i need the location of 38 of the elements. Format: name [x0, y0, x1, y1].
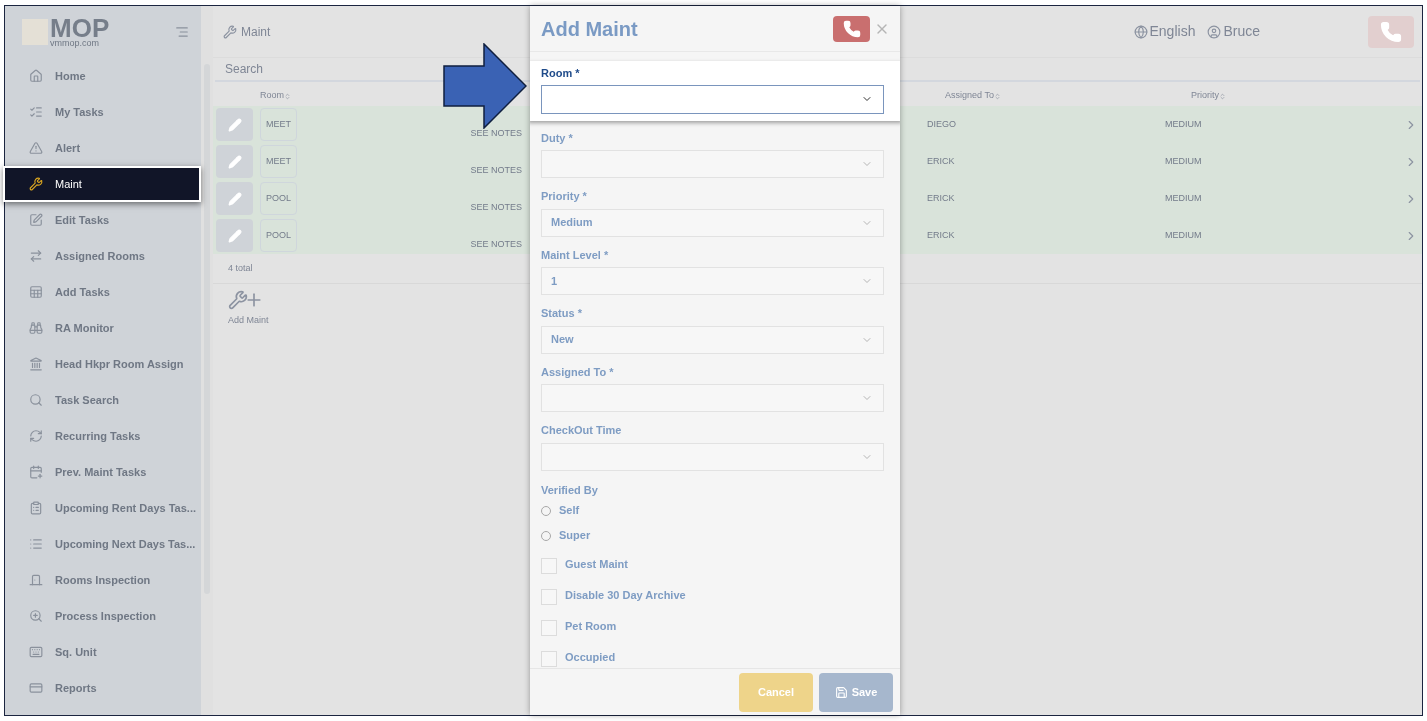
dialog-title: Add Maint	[541, 16, 638, 42]
table-cell-text: ERICK	[927, 228, 956, 242]
select-value: Medium	[551, 215, 593, 231]
room-tag: POOL	[260, 182, 297, 215]
table-cell-text: ERICK	[927, 154, 956, 168]
room-tag: POOL	[260, 219, 297, 252]
table-cell-text: SEE NOTES	[469, 200, 522, 214]
checkbox-label: Pet Room	[565, 619, 617, 634]
logo-text: MOP	[50, 16, 110, 39]
checkbox-label: Disable 30 Day Archive	[565, 588, 686, 603]
field-label: Duty *	[541, 130, 574, 146]
logo-subtitle: vmmop.com	[50, 38, 100, 48]
field-label: Room *	[541, 66, 581, 81]
checkbox-label: Occupied	[565, 650, 616, 665]
table-cell-text: MEDIUM	[1165, 117, 1203, 131]
room-tag: MEET	[260, 145, 297, 178]
field-label: Status *	[541, 306, 583, 321]
page-title: Maint	[241, 23, 271, 41]
table-cell-text: SEE NOTES	[469, 237, 522, 251]
select-value: 1	[551, 273, 558, 289]
radio-label: Self	[559, 503, 580, 519]
table-cell-text: MEDIUM	[1165, 228, 1203, 242]
table-cell-text: SEE NOTES	[469, 163, 522, 177]
table-cell-text: SEE NOTES	[469, 126, 522, 140]
table-cell-text: MEDIUM	[1165, 154, 1203, 168]
field-label: Maint Level *	[541, 247, 610, 263]
room-tag: MEET	[260, 108, 297, 141]
select-value: New	[551, 332, 574, 348]
field-label: CheckOut Time	[541, 423, 623, 438]
checkbox-label: Guest Maint	[565, 557, 628, 572]
table-cell-text: ERICK	[927, 191, 956, 205]
table-cell-text: DIEGO	[927, 117, 957, 131]
field-label: Assigned To *	[541, 364, 615, 380]
field-label: Verified By	[541, 482, 599, 498]
radio-label: Super	[559, 528, 591, 544]
total-count: 4 total	[228, 261, 253, 275]
table-cell-text: MEDIUM	[1165, 191, 1203, 205]
field-label: Priority *	[541, 189, 588, 204]
